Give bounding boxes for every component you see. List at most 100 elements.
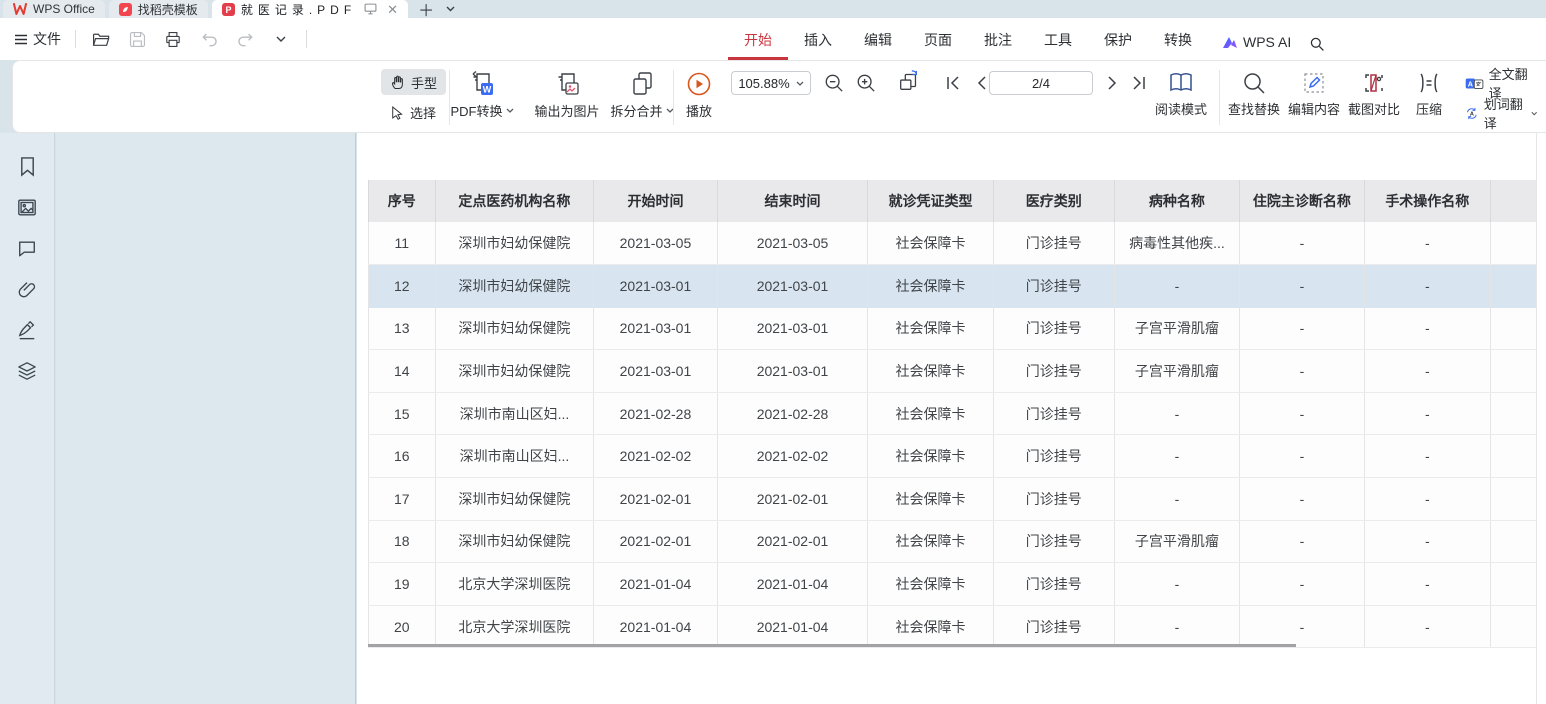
column-header: 就诊凭证类型: [868, 180, 993, 222]
bookmark-icon[interactable]: [16, 155, 38, 177]
find-replace-button[interactable]: 查找替换: [1225, 71, 1283, 118]
table-cell: -: [1364, 435, 1490, 478]
cursor-icon: [390, 105, 405, 120]
first-page-button[interactable]: [941, 71, 965, 95]
search-icon[interactable]: [1301, 36, 1333, 60]
zoom-level-select[interactable]: 105.88%: [731, 71, 811, 95]
navigation-panel[interactable]: [56, 133, 356, 704]
table-cell: 社会保障卡: [868, 222, 993, 265]
table-cell: -: [1240, 222, 1365, 265]
table-bottom-border: [368, 644, 1296, 647]
word-translate-button[interactable]: A 划词翻译: [1456, 100, 1546, 126]
table-row[interactable]: 14深圳市妇幼保健院2021-03-012021-03-01社会保障卡门诊挂号子…: [369, 350, 1546, 393]
table-cell: -: [1240, 563, 1365, 606]
table-row[interactable]: 17深圳市妇幼保健院2021-02-012021-02-01社会保障卡门诊挂号-…: [369, 478, 1546, 521]
table-row[interactable]: 12深圳市妇幼保健院2021-03-012021-03-01社会保障卡门诊挂号-…: [369, 265, 1546, 308]
table-cell: 门诊挂号: [993, 605, 1114, 648]
monitor-icon[interactable]: [364, 3, 377, 15]
table-cell: -: [1240, 350, 1365, 393]
edit-content-button[interactable]: 编辑内容: [1285, 71, 1343, 118]
table-row[interactable]: 13深圳市妇幼保健院2021-03-012021-03-01社会保障卡门诊挂号子…: [369, 307, 1546, 350]
table-cell: 2021-03-01: [594, 350, 717, 393]
pdf-file-icon: P: [222, 3, 235, 16]
table-header-row: 序号定点医药机构名称开始时间结束时间就诊凭证类型医疗类别病种名称住院主诊断名称手…: [369, 180, 1546, 222]
menu-item-page[interactable]: 页面: [908, 30, 968, 60]
menu-item-protect[interactable]: 保护: [1088, 30, 1148, 60]
table-cell: 2021-03-05: [594, 222, 717, 265]
select-tool-button[interactable]: 选择: [381, 99, 445, 125]
svg-text:P: P: [225, 5, 231, 15]
table-cell: 2021-03-05: [717, 222, 868, 265]
table-row[interactable]: 11深圳市妇幼保健院2021-03-052021-03-05社会保障卡门诊挂号病…: [369, 222, 1546, 265]
save-icon[interactable]: [126, 28, 148, 50]
undo-icon[interactable]: [198, 28, 220, 50]
table-cell: 社会保障卡: [868, 605, 993, 648]
table-cell: 门诊挂号: [993, 563, 1114, 606]
last-page-button[interactable]: [1127, 71, 1151, 95]
divider: [673, 70, 674, 125]
tab-list-chevron-icon[interactable]: [440, 0, 461, 18]
screenshot-compare-button[interactable]: 截图对比: [1345, 71, 1403, 118]
menu-item-home[interactable]: 开始: [728, 30, 788, 60]
menu-item-tools[interactable]: 工具: [1028, 30, 1088, 60]
hand-tool-button[interactable]: 手型: [381, 69, 446, 95]
pdf-document-page[interactable]: 序号定点医药机构名称开始时间结束时间就诊凭证类型医疗类别病种名称住院主诊断名称手…: [357, 133, 1546, 704]
table-cell: 社会保障卡: [868, 563, 993, 606]
new-tab-icon[interactable]: ＋: [412, 0, 440, 18]
wps-logo-icon: [13, 3, 27, 15]
quick-access-bar: 文件 开始 插入 编辑 页面 批注 工具 保护 转换: [0, 18, 1546, 60]
redo-icon[interactable]: [234, 28, 256, 50]
table-cell: -: [1114, 435, 1239, 478]
comment-icon[interactable]: [16, 237, 38, 259]
page-number-input[interactable]: [989, 71, 1093, 95]
pdf-convert-icon: W: [469, 71, 496, 97]
table-cell: 深圳市妇幼保健院: [435, 222, 594, 265]
tab-wps-office[interactable]: WPS Office: [3, 0, 105, 18]
table-cell: -: [1240, 307, 1365, 350]
table-cell: -: [1240, 265, 1365, 308]
table-cell: -: [1240, 520, 1365, 563]
folder-open-icon[interactable]: [90, 28, 112, 50]
read-mode-button[interactable]: 阅读模式: [1149, 71, 1213, 118]
menu-item-wps-ai[interactable]: WPS AI: [1208, 34, 1301, 60]
full-translate-button[interactable]: A 全文翻译: [1456, 70, 1546, 96]
menu-item-insert[interactable]: 插入: [788, 30, 848, 60]
zoom-out-icon[interactable]: [822, 71, 846, 95]
tab-document-active[interactable]: P 就医记录.PDF ✕: [212, 0, 408, 18]
table-row[interactable]: 15深圳市南山区妇...2021-02-282021-02-28社会保障卡门诊挂…: [369, 392, 1546, 435]
rotate-pages-icon[interactable]: [897, 69, 921, 93]
zoom-in-icon[interactable]: [854, 71, 878, 95]
next-page-button[interactable]: [1101, 71, 1125, 95]
table-cell: 17: [369, 478, 436, 521]
table-cell: -: [1364, 392, 1490, 435]
table-row[interactable]: 19北京大学深圳医院2021-01-042021-01-04社会保障卡门诊挂号-…: [369, 563, 1546, 606]
menu-item-convert[interactable]: 转换: [1148, 30, 1208, 60]
table-row[interactable]: 20北京大学深圳医院2021-01-042021-01-04社会保障卡门诊挂号-…: [369, 605, 1546, 648]
play-button[interactable]: 播放: [677, 71, 721, 120]
compress-button[interactable]: 压缩: [1407, 71, 1451, 118]
table-cell: 门诊挂号: [993, 478, 1114, 521]
table-row[interactable]: 16深圳市南山区妇...2021-02-022021-02-02社会保障卡门诊挂…: [369, 435, 1546, 478]
table-row[interactable]: 18深圳市妇幼保健院2021-02-012021-02-01社会保障卡门诊挂号子…: [369, 520, 1546, 563]
menu-item-edit[interactable]: 编辑: [848, 30, 908, 60]
table-cell: 病毒性其他疾...: [1114, 222, 1239, 265]
print-icon[interactable]: [162, 28, 184, 50]
vertical-scrollbar[interactable]: [1536, 133, 1546, 704]
tab-docer-templates[interactable]: 找稻壳模板: [109, 0, 208, 18]
close-icon[interactable]: ✕: [387, 3, 398, 16]
pdf-convert-button[interactable]: W PDF转换: [442, 71, 522, 120]
file-menu-button[interactable]: 文件: [14, 29, 61, 49]
column-header: 开始时间: [594, 180, 717, 222]
layers-icon[interactable]: [16, 360, 38, 382]
table-cell: -: [1364, 478, 1490, 521]
table-cell: 16: [369, 435, 436, 478]
table-cell: 门诊挂号: [993, 307, 1114, 350]
table-cell: 门诊挂号: [993, 222, 1114, 265]
signature-icon[interactable]: [16, 319, 38, 341]
menu-item-annotate[interactable]: 批注: [968, 30, 1028, 60]
table-cell: 2021-01-04: [717, 605, 868, 648]
more-commands-chevron-icon[interactable]: [270, 28, 292, 50]
column-header: 病种名称: [1114, 180, 1239, 222]
attachment-icon[interactable]: [16, 278, 38, 300]
image-icon[interactable]: [16, 196, 38, 218]
